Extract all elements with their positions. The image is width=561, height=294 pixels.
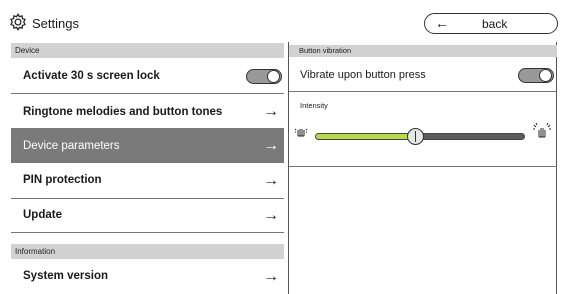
menu-item-pin-protection[interactable]: PIN protection → — [11, 163, 284, 199]
header-bar: Settings ← back — [0, 0, 561, 42]
menu-item-label: Ringtone melodies and button tones — [23, 106, 223, 118]
weak-vibration-hand-icon — [294, 128, 308, 137]
chevron-right-icon: → — [263, 137, 279, 154]
chevron-right-icon: → — [263, 103, 279, 120]
settings-menu: Device Activate 30 s screen lock Rington… — [11, 42, 284, 294]
intensity-slider-fill — [316, 134, 416, 139]
menu-item-ringtones[interactable]: Ringtone melodies and button tones → — [11, 94, 284, 129]
back-button-label: back — [482, 17, 508, 31]
menu-item-label: PIN protection — [23, 174, 102, 186]
menu-item-system-version[interactable]: System version → — [11, 260, 284, 294]
page-title: Settings — [32, 16, 79, 31]
vibrate-toggle[interactable] — [518, 68, 554, 83]
vibrate-label: Vibrate upon button press — [300, 69, 426, 81]
vibrate-row[interactable]: Vibrate upon button press — [289, 57, 557, 92]
menu-item-label: Update — [23, 209, 62, 221]
intensity-row — [289, 92, 557, 167]
strong-vibration-hand-icon — [533, 122, 551, 138]
intensity-slider-thumb[interactable] — [407, 128, 425, 145]
chevron-right-icon: → — [263, 207, 279, 224]
menu-item-screen-lock[interactable]: Activate 30 s screen lock — [11, 59, 284, 94]
chevron-right-icon: → — [263, 172, 279, 189]
menu-item-device-parameters[interactable]: Device parameters → — [11, 129, 284, 163]
section-header-information: Information — [11, 244, 284, 259]
section-header-device: Device — [11, 43, 284, 58]
chevron-right-icon: → — [263, 268, 279, 285]
section-header-button-vibration: Button vibration — [289, 45, 557, 57]
detail-panel: Button vibration Vibrate upon button pre… — [288, 42, 557, 294]
menu-item-update[interactable]: Update → — [11, 199, 284, 233]
menu-item-label: System version — [23, 270, 109, 282]
gear-icon — [10, 13, 26, 31]
menu-item-label: Device parameters — [23, 140, 120, 152]
menu-item-label: Activate 30 s screen lock — [23, 70, 160, 82]
toggle-knob — [267, 70, 280, 83]
back-arrow-icon: ← — [435, 15, 449, 31]
screen-lock-toggle[interactable] — [246, 69, 282, 84]
toggle-knob — [539, 69, 552, 82]
back-button[interactable]: ← back — [424, 13, 558, 34]
